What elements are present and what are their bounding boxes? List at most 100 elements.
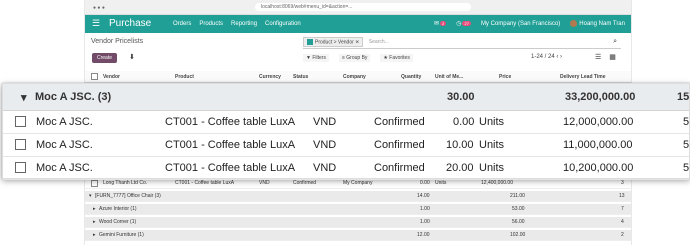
table-row[interactable]: Moc A JSC. CT001 - Coffee table LuxA VND… xyxy=(3,157,689,180)
cell-vendor: Moc A JSC. xyxy=(36,116,93,128)
cell-status: Confirmed xyxy=(374,139,425,151)
main-menu: Orders Products Reporting Configuration xyxy=(173,21,301,27)
cell-uom: Units xyxy=(435,180,447,186)
cell-currency: VND xyxy=(313,162,337,174)
row-checkbox[interactable] xyxy=(91,180,98,187)
group-price: 33,200,000.00 xyxy=(565,91,636,103)
col-price[interactable]: Price xyxy=(499,74,511,80)
row-checkbox[interactable] xyxy=(15,116,26,127)
facet-label: Product > Vendor xyxy=(315,39,354,46)
row-checkbox[interactable] xyxy=(15,162,26,173)
list-view-icon[interactable]: ☰ xyxy=(595,53,601,61)
apps-menu-icon[interactable]: ☰ xyxy=(92,19,100,28)
subgroup-lead: 7 xyxy=(621,206,624,212)
subgroup-row[interactable]: ▸ Gemini Furniture (1) 12.00 102.00 2 xyxy=(85,230,631,241)
cell-quantity: 10.00 xyxy=(446,139,474,151)
window-controls[interactable]: ● ● ● xyxy=(93,5,105,11)
search-icon[interactable]: ⌕ xyxy=(613,38,617,46)
view-switcher: ☰ ▦ xyxy=(595,53,616,61)
caret-right-icon: ▸ xyxy=(93,219,96,225)
user-menu[interactable]: Hoang Nam Tran xyxy=(570,20,625,27)
cell-vendor: Long Thanh Ltd Co. xyxy=(103,180,148,186)
pager-value[interactable]: 1-24 / 24 xyxy=(531,54,555,60)
cell-uom: Units xyxy=(479,162,505,174)
select-all-checkbox[interactable] xyxy=(91,73,98,80)
cell-lead-time: 3 xyxy=(621,180,624,186)
menu-orders[interactable]: Orders xyxy=(173,21,191,27)
col-currency[interactable]: Currency xyxy=(259,74,281,80)
favorites-button[interactable]: ★ Favorites xyxy=(380,54,413,62)
cell-uom: Units xyxy=(479,116,505,128)
groupby-button[interactable]: ≡ Group By xyxy=(338,54,371,62)
subgroup-lead: 4 xyxy=(621,219,624,225)
group-price: 211.00 xyxy=(510,193,525,199)
menu-reporting[interactable]: Reporting xyxy=(231,21,257,27)
col-company[interactable]: Company xyxy=(343,74,366,80)
caret-down-icon: ▾ xyxy=(89,193,92,199)
subgroup-quantity: 1.00 xyxy=(420,219,430,225)
col-product[interactable]: Product xyxy=(175,74,194,80)
search-options: ▼ Filters ≡ Group By ★ Favorites xyxy=(303,54,413,62)
col-quantity[interactable]: Quantity xyxy=(401,74,421,80)
subgroup-row[interactable]: ▸ Wood Corner (1) 1.00 56.00 4 xyxy=(85,217,631,228)
cell-product: CT001 - Coffee table LuxA xyxy=(165,162,296,174)
cell-quantity: 0.00 xyxy=(453,116,475,128)
caret-down-icon: ▾ xyxy=(21,92,27,104)
activity-icon[interactable]: ◷ 27 xyxy=(456,20,471,27)
table-row[interactable]: Moc A JSC. CT001 - Coffee table LuxA VND… xyxy=(3,111,689,134)
col-status[interactable]: Status xyxy=(293,74,308,80)
subgroup-label: Wood Corner (1) xyxy=(99,219,137,225)
create-button[interactable]: Create xyxy=(92,53,118,63)
row-checkbox[interactable] xyxy=(15,139,26,150)
top-navbar: ☰ Purchase Orders Products Reporting Con… xyxy=(85,15,631,33)
col-vendor[interactable]: Vendor xyxy=(103,74,120,80)
group-quantity: 14.00 xyxy=(417,193,430,199)
cell-lead-time: 5 xyxy=(683,116,690,128)
cell-status: Confirmed xyxy=(374,116,425,128)
cell-quantity: 0.00 xyxy=(420,180,430,186)
user-name: Hoang Nam Tran xyxy=(579,21,625,28)
navbar-systray: ✉ 2 ◷ 27 My Company (San Francisco) Hoang … xyxy=(434,20,625,27)
group-row[interactable]: ▾ [FURN_7777] Office Chair (3) 14.00 211… xyxy=(85,191,631,202)
cell-uom: Units xyxy=(479,139,505,151)
cell-lead-time: 5 xyxy=(683,162,690,174)
chat-icon[interactable]: ✉ 2 xyxy=(434,20,447,27)
search-bar[interactable]: Product > Vendor ✕ Search... ⌕ xyxy=(303,37,621,49)
activity-badge: 27 xyxy=(462,21,471,27)
group-lead: 13 xyxy=(619,193,625,199)
subgroup-quantity: 1.00 xyxy=(420,206,430,212)
menu-products[interactable]: Products xyxy=(199,21,223,27)
cell-lead-time: 5 xyxy=(683,139,690,151)
filters-button[interactable]: ▼ Filters xyxy=(303,54,329,62)
subgroup-price: 56.00 xyxy=(512,219,525,225)
col-lead-time[interactable]: Delivery Lead Time xyxy=(560,74,606,80)
avatar xyxy=(570,20,578,27)
subgroup-row[interactable]: ▸ Azure Interior (1) 1.00 53.00 7 xyxy=(85,204,631,215)
col-uom[interactable]: Unit of Me... xyxy=(435,74,463,80)
cell-currency: VND xyxy=(259,180,270,186)
app-brand[interactable]: Purchase xyxy=(109,18,151,29)
page-title: Vendor Pricelists xyxy=(91,38,144,45)
search-facet[interactable]: Product > Vendor ✕ xyxy=(303,37,364,48)
table-row[interactable]: Moc A JSC. CT001 - Coffee table LuxA VND… xyxy=(3,134,689,157)
group-row[interactable]: ▾ Moc A JSC. (3) 30.00 33,200,000.00 15 xyxy=(3,84,689,111)
search-input[interactable]: Search... xyxy=(369,39,389,45)
table-header: Vendor Product Currency Status Company Q… xyxy=(85,71,631,83)
address-bar[interactable]: localhost:8069/web#menu_id=&action=... xyxy=(255,3,471,11)
menu-configuration[interactable]: Configuration xyxy=(265,21,301,27)
kanban-view-icon[interactable]: ▦ xyxy=(609,53,616,61)
pager[interactable]: 1-24 / 24 ‹ › xyxy=(531,54,562,60)
download-icon[interactable]: ⬇ xyxy=(129,53,135,61)
subgroup-quantity: 12.00 xyxy=(417,232,430,238)
subgroup-price: 53.00 xyxy=(512,206,525,212)
subgroup-label: Azure Interior (1) xyxy=(99,206,137,212)
caret-right-icon: ▸ xyxy=(93,232,96,238)
groupby-icon xyxy=(307,39,313,45)
company-switcher[interactable]: My Company (San Francisco) xyxy=(481,21,560,27)
group-quantity: 30.00 xyxy=(447,91,475,103)
cell-currency: VND xyxy=(313,139,337,151)
cell-price: 10,200,000.00 xyxy=(563,162,634,174)
subgroup-label: Gemini Furniture (1) xyxy=(99,232,144,238)
cell-currency: VND xyxy=(313,116,337,128)
cell-product: CT001 - Coffee table LuxA xyxy=(165,139,296,151)
